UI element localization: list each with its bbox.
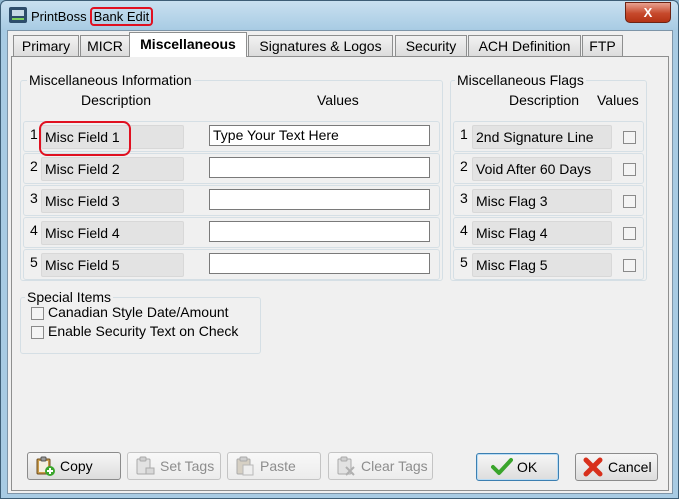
tab-ach-definition[interactable]: ACH Definition bbox=[468, 35, 581, 56]
set-tags-button[interactable]: Set Tags bbox=[127, 452, 221, 480]
dialog-client-area: Primary MICR Miscellaneous Signatures & … bbox=[7, 30, 673, 494]
bank-edit-window: PrintBoss Bank Edit X Primary MICR Misce… bbox=[0, 0, 679, 499]
tab-miscellaneous[interactable]: Miscellaneous bbox=[129, 32, 247, 57]
miscellaneous-tab-panel: Miscellaneous Information Description Va… bbox=[11, 56, 669, 491]
tab-micr[interactable]: MICR bbox=[80, 35, 130, 56]
misc-flags-values-header: Values bbox=[597, 92, 639, 108]
row-number: 4 bbox=[30, 222, 38, 238]
misc-field-value-input[interactable] bbox=[209, 189, 430, 210]
row-number: 1 bbox=[30, 126, 38, 142]
special-items-title: Special Items bbox=[25, 289, 114, 305]
row-number: 2 bbox=[460, 158, 468, 174]
row-number: 5 bbox=[30, 254, 38, 270]
tab-security[interactable]: Security bbox=[395, 35, 467, 56]
misc-field-row: 3 Misc Field 3 bbox=[23, 185, 440, 216]
set-tags-label: Set Tags bbox=[160, 458, 215, 474]
close-window-button[interactable]: X bbox=[625, 2, 671, 23]
misc-flag-checkbox[interactable] bbox=[623, 163, 636, 176]
misc-field-value-input[interactable] bbox=[209, 157, 430, 178]
copy-label: Copy bbox=[60, 458, 93, 474]
window-title: PrintBoss Bank Edit bbox=[31, 7, 154, 26]
misc-info-group: Miscellaneous Information Description Va… bbox=[20, 72, 443, 281]
row-number: 1 bbox=[460, 126, 468, 142]
misc-flag-desc: 2nd Signature Line bbox=[472, 125, 612, 149]
misc-field-desc: Misc Field 3 bbox=[41, 189, 184, 213]
ok-button[interactable]: OK bbox=[476, 453, 559, 481]
misc-flag-desc: Misc Flag 3 bbox=[472, 189, 612, 213]
misc-field-desc: Misc Field 5 bbox=[41, 253, 184, 277]
misc-flag-checkbox[interactable] bbox=[623, 227, 636, 240]
misc-flag-desc: Misc Flag 4 bbox=[472, 221, 612, 245]
tab-primary[interactable]: Primary bbox=[13, 35, 79, 56]
misc-field-row: 4 Misc Field 4 bbox=[23, 217, 440, 248]
misc-flag-row: 3 Misc Flag 3 bbox=[453, 185, 644, 216]
set-tags-icon bbox=[136, 456, 155, 475]
misc-field-row: 5 Misc Field 5 bbox=[23, 249, 440, 280]
title-bar[interactable]: PrintBoss Bank Edit X bbox=[1, 1, 678, 29]
cancel-x-icon bbox=[583, 457, 603, 477]
canadian-date-checkbox[interactable] bbox=[31, 307, 44, 320]
misc-flag-row: 1 2nd Signature Line bbox=[453, 121, 644, 152]
printboss-app-icon bbox=[9, 7, 27, 23]
row-number: 2 bbox=[30, 158, 38, 174]
misc-flag-checkbox[interactable] bbox=[623, 259, 636, 272]
highlight-circle bbox=[39, 121, 131, 156]
ok-label: OK bbox=[517, 459, 538, 475]
paste-label: Paste bbox=[260, 458, 296, 474]
paste-button[interactable]: Paste bbox=[227, 452, 321, 480]
misc-flags-title: Miscellaneous Flags bbox=[455, 72, 586, 88]
misc-info-title: Miscellaneous Information bbox=[27, 72, 194, 88]
checkmark-icon bbox=[491, 458, 513, 475]
row-number: 5 bbox=[460, 254, 468, 270]
misc-flag-checkbox[interactable] bbox=[623, 131, 636, 144]
misc-field-desc: Misc Field 2 bbox=[41, 157, 184, 181]
misc-field-value-input[interactable] bbox=[209, 221, 430, 242]
misc-info-desc-header: Description bbox=[81, 92, 152, 108]
tab-ftp[interactable]: FTP bbox=[582, 35, 623, 56]
misc-field-value-input[interactable] bbox=[209, 253, 430, 274]
misc-flag-row: 2 Void After 60 Days bbox=[453, 153, 644, 184]
window-subtitle: Bank Edit bbox=[89, 7, 154, 26]
security-text-checkbox[interactable] bbox=[31, 326, 44, 339]
misc-flag-checkbox[interactable] bbox=[623, 195, 636, 208]
cancel-button[interactable]: Cancel bbox=[575, 453, 658, 481]
cancel-label: Cancel bbox=[608, 459, 652, 475]
misc-field-desc: Misc Field 4 bbox=[41, 221, 184, 245]
special-items-group: Special Items Canadian Style Date/Amount… bbox=[20, 289, 261, 354]
clear-tags-icon bbox=[337, 456, 355, 476]
paste-icon bbox=[236, 456, 254, 476]
misc-field-row: 2 Misc Field 2 bbox=[23, 153, 440, 184]
row-number: 4 bbox=[460, 222, 468, 238]
clipboard-add-icon bbox=[36, 456, 55, 476]
row-number: 3 bbox=[30, 190, 38, 206]
misc-flag-desc: Misc Flag 5 bbox=[472, 253, 612, 277]
misc-flag-row: 5 Misc Flag 5 bbox=[453, 249, 644, 280]
misc-flag-desc: Void After 60 Days bbox=[472, 157, 612, 181]
misc-flag-row: 4 Misc Flag 4 bbox=[453, 217, 644, 248]
security-text-label: Enable Security Text on Check bbox=[48, 323, 239, 339]
canadian-date-label: Canadian Style Date/Amount bbox=[48, 304, 229, 320]
clear-tags-label: Clear Tags bbox=[361, 458, 428, 474]
misc-flags-group: Miscellaneous Flags Description Values 1… bbox=[450, 72, 647, 281]
app-name: PrintBoss bbox=[31, 9, 87, 24]
copy-button[interactable]: Copy bbox=[27, 452, 121, 480]
misc-flags-desc-header: Description bbox=[509, 92, 580, 108]
tab-signatures-logos[interactable]: Signatures & Logos bbox=[248, 35, 393, 56]
clear-tags-button[interactable]: Clear Tags bbox=[328, 452, 433, 480]
row-number: 3 bbox=[460, 190, 468, 206]
misc-info-values-header: Values bbox=[317, 92, 359, 108]
misc-field-value-input[interactable]: Type Your Text Here bbox=[209, 125, 430, 146]
